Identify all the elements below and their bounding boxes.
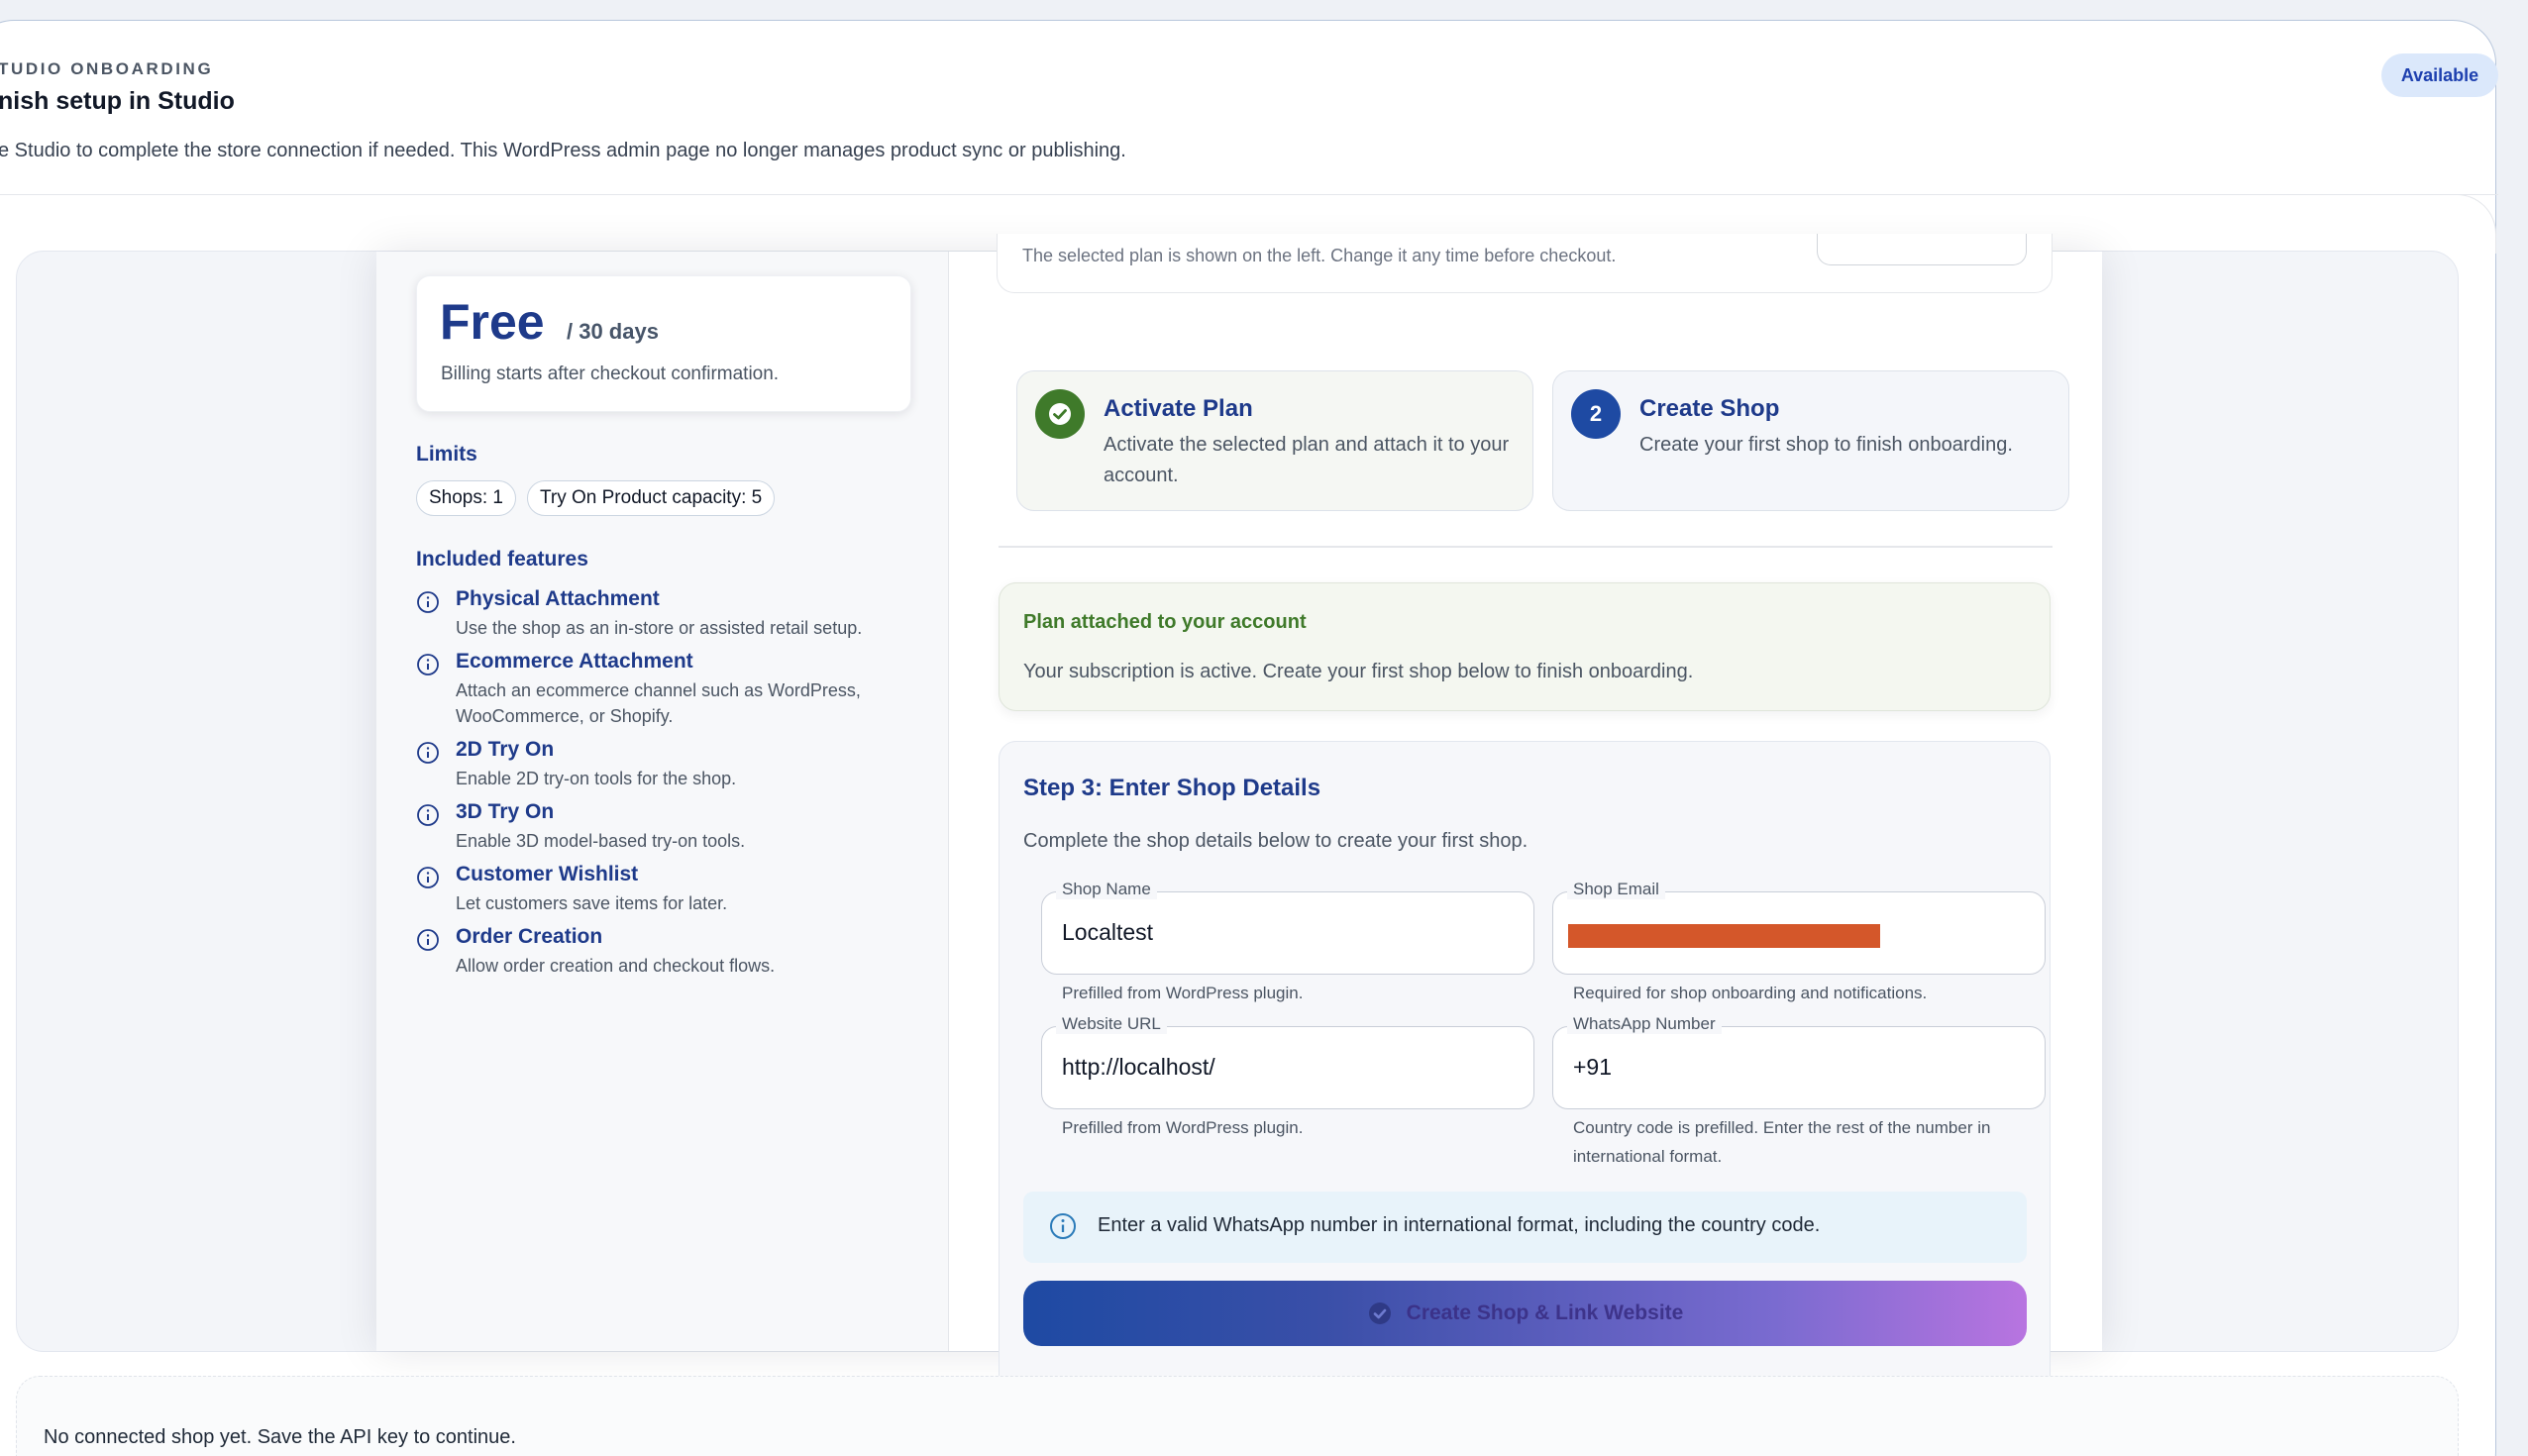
billing-note: Billing starts after checkout confirmati… xyxy=(441,364,780,384)
feature-name: 2D Try On xyxy=(456,738,555,761)
panel-corner xyxy=(2397,194,2496,254)
info-text: Enter a valid WhatsApp number in interna… xyxy=(1098,1214,1821,1236)
create-shop-label: Create Shop & Link Website xyxy=(1406,1301,1684,1324)
info-icon xyxy=(417,929,439,951)
info-icon xyxy=(417,804,439,826)
whatsapp-value: +91 xyxy=(1573,1054,1613,1080)
feature-name: Physical Attachment xyxy=(456,587,660,610)
limit-chip-capacity: Try On Product capacity: 5 xyxy=(527,480,776,516)
website-url-helper: Prefilled from WordPress plugin. xyxy=(1062,1118,1304,1137)
whatsapp-input[interactable] xyxy=(1552,1026,2046,1109)
feature-desc: Enable 2D try-on tools for the shop. xyxy=(456,769,737,788)
feature-name: Order Creation xyxy=(456,925,603,948)
info-icon xyxy=(417,867,439,888)
shop-name-label: Shop Name xyxy=(1056,880,1157,899)
feature-desc: Let customers save items for later. xyxy=(456,893,728,913)
info-icon xyxy=(417,742,439,764)
shop-name-value: Localtest xyxy=(1062,919,1154,945)
page-eyebrow: TUDIO ONBOARDING xyxy=(0,59,214,78)
feature-desc: Allow order creation and checkout flows. xyxy=(456,956,776,976)
feature-item: Order Creation Allow order creation and … xyxy=(416,925,931,985)
alert-title: Plan attached to your account xyxy=(1023,611,1307,633)
plan-period: / 30 days xyxy=(567,319,659,344)
feature-name: Customer Wishlist xyxy=(456,863,639,885)
feature-desc: Enable 3D model-based try-on tools. xyxy=(456,831,746,851)
shop-email-helper: Required for shop onboarding and notific… xyxy=(1573,984,1928,1002)
plan-selection-note: The selected plan is shown on the left. … xyxy=(1022,246,1617,265)
feature-item: Customer Wishlist Let customers save ite… xyxy=(416,863,931,922)
features-title: Included features xyxy=(416,548,588,571)
create-shop-button[interactable]: Create Shop & Link Website xyxy=(1023,1281,2027,1346)
step-desc: Create your first shop to finish onboard… xyxy=(1639,434,2013,456)
page-title: nish setup in Studio xyxy=(0,87,235,115)
step-title: Activate Plan xyxy=(1104,395,1253,422)
feature-item: 2D Try On Enable 2D try-on tools for the… xyxy=(416,738,931,797)
shop-email-label: Shop Email xyxy=(1567,880,1665,899)
feature-name: 3D Try On xyxy=(456,800,555,823)
info-icon xyxy=(417,654,439,676)
form-title: Step 3: Enter Shop Details xyxy=(1023,775,1321,801)
whatsapp-helper: Country code is prefilled. Enter the res… xyxy=(1573,1118,1991,1166)
website-url-value: http://localhost/ xyxy=(1062,1054,1215,1080)
step-desc: Activate the selected plan and attach it… xyxy=(1104,434,1510,486)
info-icon xyxy=(1050,1213,1076,1239)
form-subtitle: Complete the shop details below to creat… xyxy=(1023,830,1528,852)
feature-item: 3D Try On Enable 3D model-based try-on t… xyxy=(416,800,931,860)
website-url-label: Website URL xyxy=(1056,1014,1167,1034)
whatsapp-label: WhatsApp Number xyxy=(1567,1014,1722,1034)
info-icon xyxy=(417,591,439,613)
step-number: 2 xyxy=(1571,389,1621,439)
feature-item: Physical Attachment Use the shop as an i… xyxy=(416,587,931,647)
plan-attached-alert xyxy=(999,582,2051,711)
limit-chip-shops: Shops: 1 xyxy=(416,480,516,516)
change-plan-button[interactable] xyxy=(1817,234,2027,265)
feature-name: Ecommerce Attachment xyxy=(456,650,693,673)
feature-desc: Use the shop as an in-store or assisted … xyxy=(456,618,863,638)
feature-desc: Attach an ecommerce channel such as Word… xyxy=(456,680,861,726)
header-divider xyxy=(0,194,2498,195)
feature-item: Ecommerce Attachment Attach an ecommerce… xyxy=(416,650,931,729)
connection-status-text: No connected shop yet. Save the API key … xyxy=(44,1426,516,1448)
limits-title: Limits xyxy=(416,443,477,466)
step-complete-icon xyxy=(1035,389,1085,439)
redacted-email xyxy=(1568,924,1880,948)
alert-text: Your subscription is active. Create your… xyxy=(1023,661,1694,682)
check-circle-icon xyxy=(1049,403,1071,425)
step-title: Create Shop xyxy=(1639,395,1780,422)
check-circle-icon xyxy=(1368,1302,1391,1324)
page-description: e Studio to complete the store connectio… xyxy=(0,140,1126,161)
shop-name-helper: Prefilled from WordPress plugin. xyxy=(1062,984,1304,1002)
section-divider xyxy=(999,546,2053,548)
status-badge: Available xyxy=(2381,53,2498,97)
plan-price: Free xyxy=(440,294,545,350)
